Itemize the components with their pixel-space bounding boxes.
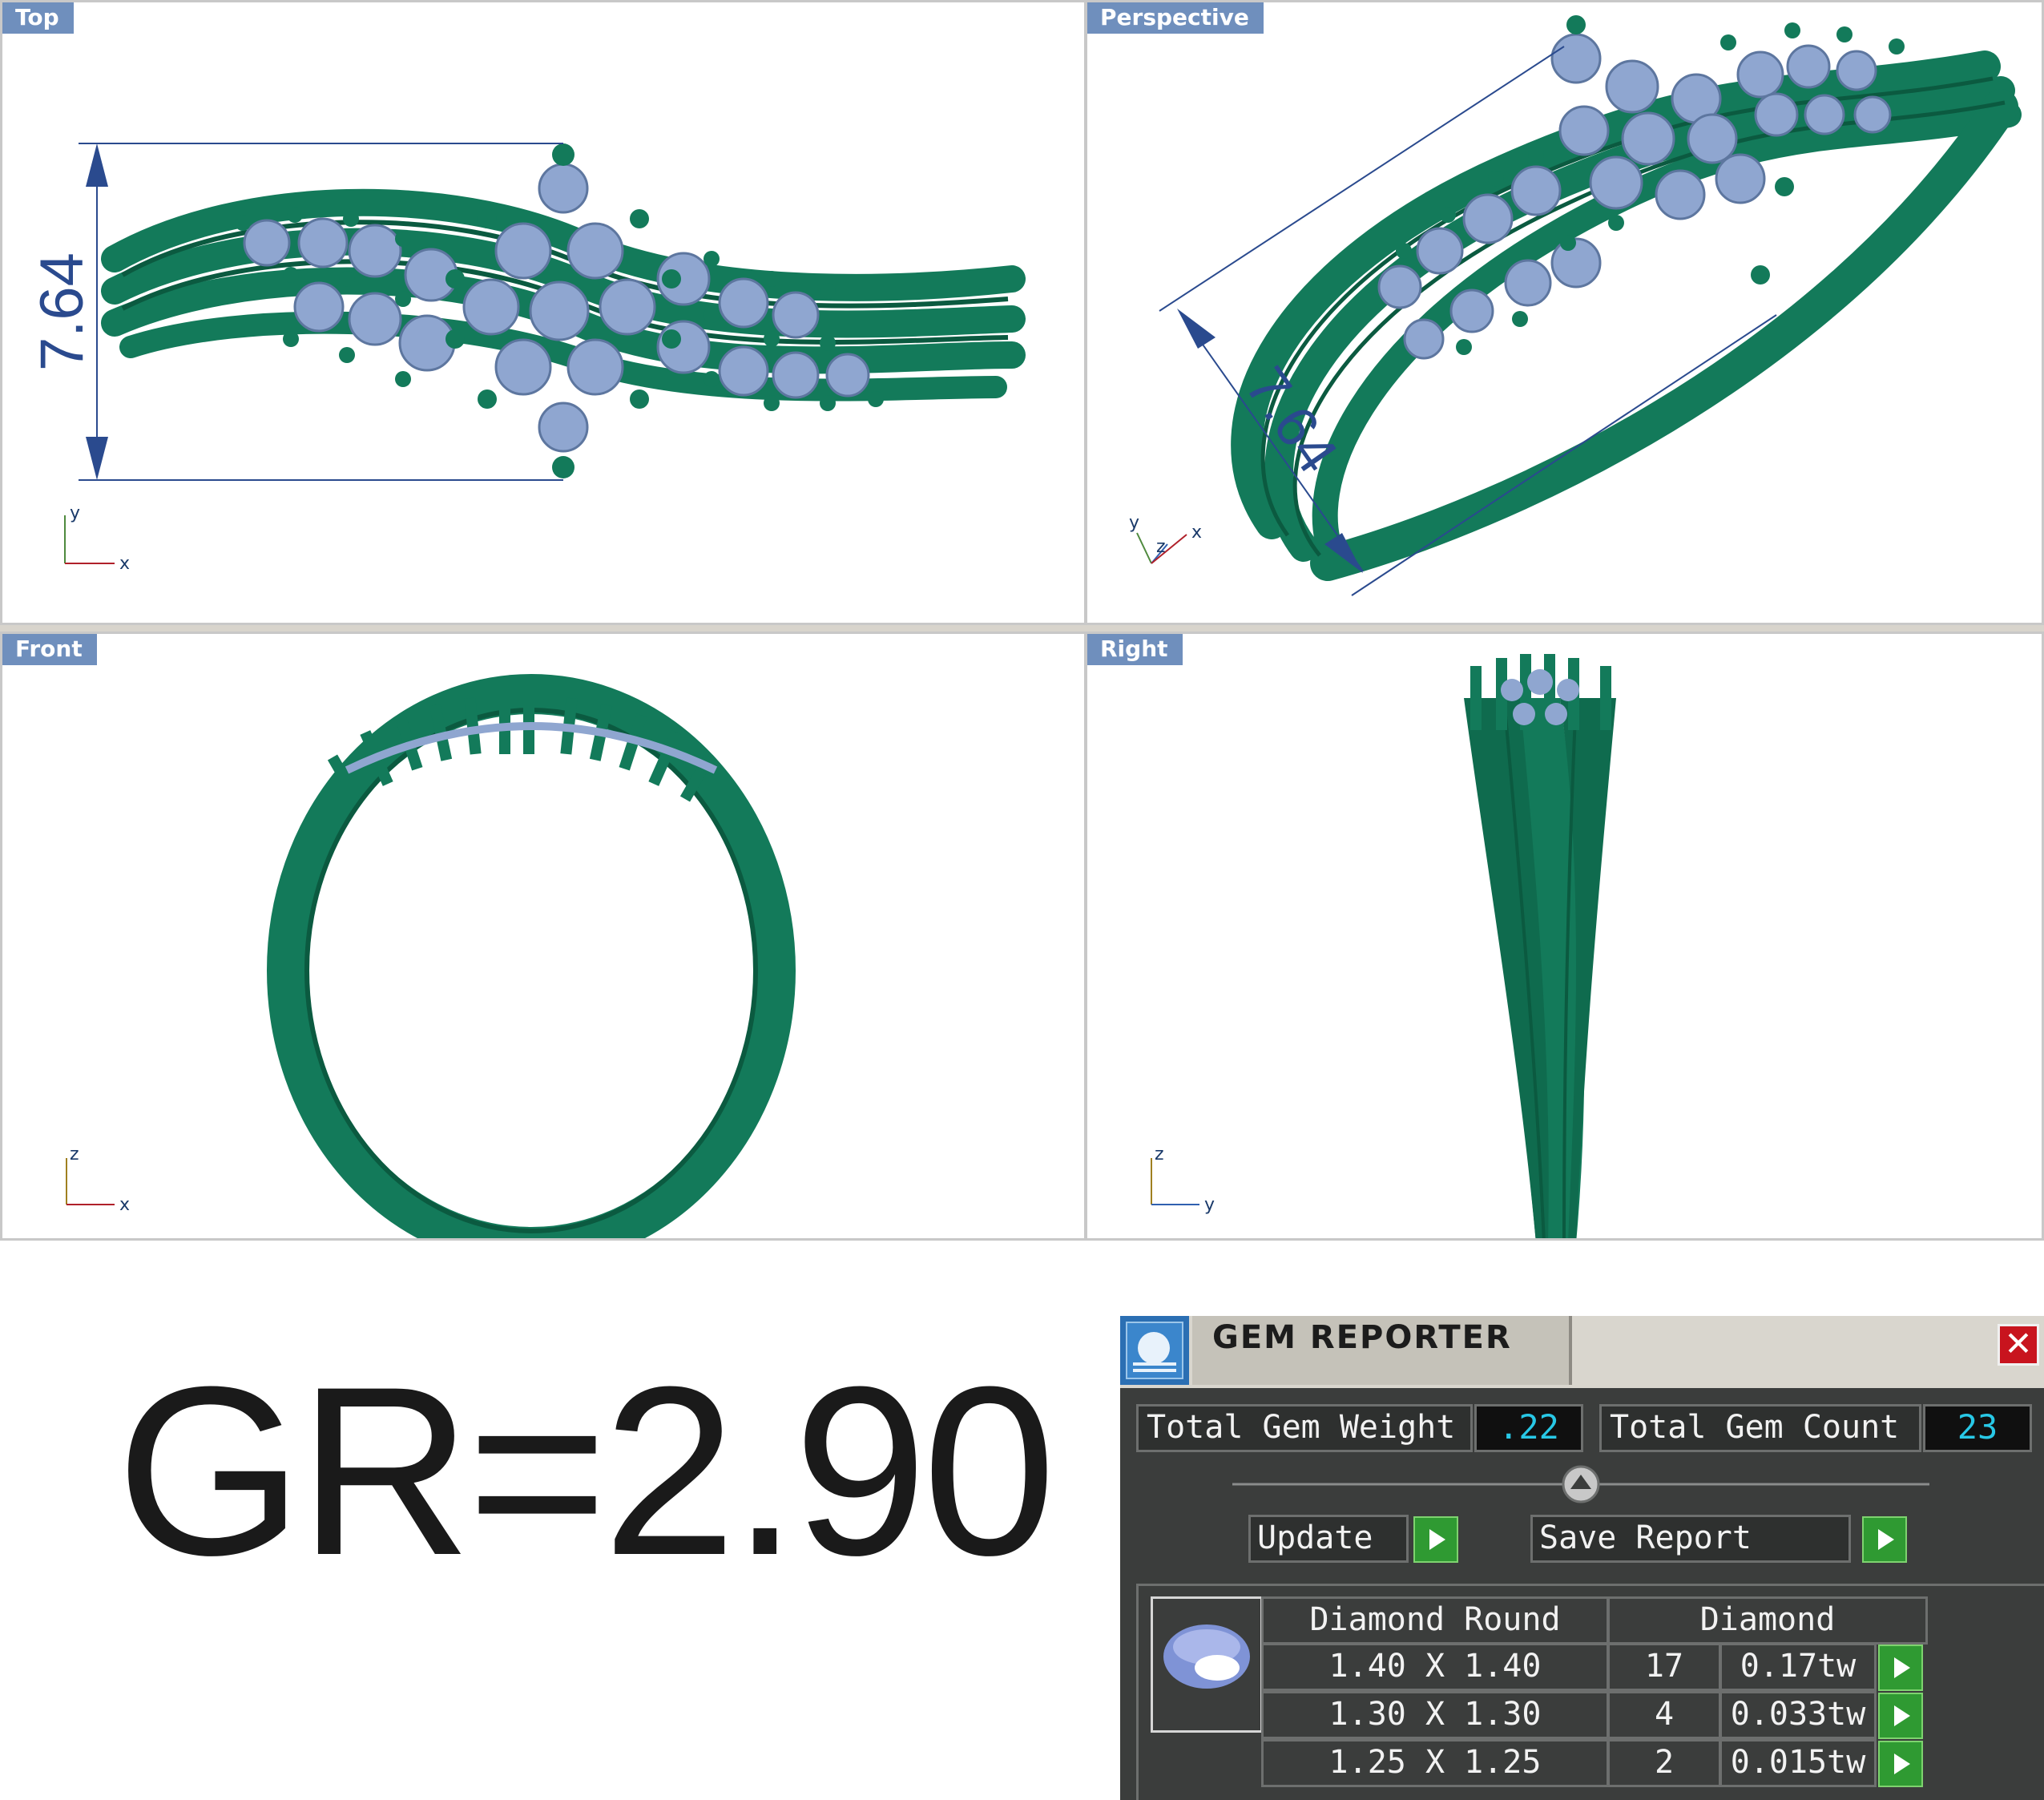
right-axis-indicator: z y bbox=[1151, 1144, 1215, 1215]
table-row-weight: 0.17tw bbox=[1719, 1643, 1877, 1691]
perspective-axis-indicator: y z x bbox=[1129, 513, 1202, 564]
svg-text:y: y bbox=[1204, 1195, 1215, 1215]
update-button[interactable]: Update bbox=[1248, 1515, 1409, 1563]
table-header-shape: Diamond Round bbox=[1261, 1596, 1609, 1645]
gem-reporter-panel: GEM REPORTER ✕ Total Gem Weight .22 Tota… bbox=[1120, 1316, 2044, 1800]
diamond-round-icon bbox=[1151, 1596, 1263, 1733]
viewport-front[interactable]: z x Front bbox=[0, 632, 1087, 1241]
right-view-render: z y bbox=[1151, 654, 1616, 1238]
table-row-size: 1.25 X 1.25 bbox=[1261, 1739, 1609, 1787]
gem-reporter-title: GEM REPORTER bbox=[1212, 1319, 1512, 1356]
svg-text:x: x bbox=[119, 554, 130, 574]
row-play-icon[interactable] bbox=[1878, 1741, 1923, 1787]
panel-collapse-slider[interactable] bbox=[1120, 1460, 2044, 1508]
tab-top[interactable]: Top bbox=[2, 2, 74, 34]
table-row-count: 17 bbox=[1607, 1643, 1721, 1691]
total-gem-weight-label: Total Gem Weight bbox=[1136, 1404, 1473, 1452]
table-row-count: 2 bbox=[1607, 1739, 1721, 1787]
viewport-perspective[interactable]: 7.64 y z x Perspective bbox=[1085, 0, 2044, 625]
table-row-size: 1.40 X 1.40 bbox=[1261, 1643, 1609, 1691]
viewport-right[interactable]: z y Right bbox=[1085, 632, 2044, 1241]
save-report-button[interactable]: Save Report bbox=[1530, 1515, 1851, 1563]
total-gem-weight-value: .22 bbox=[1474, 1404, 1583, 1452]
row-play-icon[interactable] bbox=[1878, 1645, 1923, 1691]
svg-text:x: x bbox=[119, 1195, 130, 1215]
tab-front[interactable]: Front bbox=[2, 634, 97, 665]
gem-reporter-logo-icon bbox=[1120, 1316, 1189, 1385]
table-header-material: Diamond bbox=[1607, 1596, 1928, 1645]
svg-text:y: y bbox=[70, 503, 80, 523]
svg-text:y: y bbox=[1129, 513, 1139, 533]
tab-right[interactable]: Right bbox=[1087, 634, 1183, 665]
close-icon[interactable]: ✕ bbox=[1998, 1324, 2039, 1366]
total-gem-count-label: Total Gem Count bbox=[1599, 1404, 1921, 1452]
save-report-play-icon[interactable] bbox=[1862, 1516, 1907, 1563]
table-row-size: 1.30 X 1.30 bbox=[1261, 1691, 1609, 1739]
tab-perspective[interactable]: Perspective bbox=[1087, 2, 1264, 34]
perspective-view-render: 7.64 y z x bbox=[1129, 15, 2022, 596]
front-axis-indicator: z x bbox=[66, 1144, 130, 1215]
table-row-weight: 0.015tw bbox=[1719, 1739, 1877, 1787]
top-view-render: 7.64 y x bbox=[28, 143, 1026, 574]
svg-text:z: z bbox=[1156, 537, 1166, 557]
row-play-icon[interactable] bbox=[1878, 1693, 1923, 1739]
svg-text:x: x bbox=[1191, 523, 1202, 543]
front-view-render: z x bbox=[66, 674, 796, 1238]
viewport-top[interactable]: 7.64 y x Top bbox=[0, 0, 1087, 625]
table-row-weight: 0.033tw bbox=[1719, 1691, 1877, 1739]
top-axis-indicator: y x bbox=[64, 503, 130, 574]
gold-ratio-label: GR=2.90 bbox=[116, 1336, 1056, 1605]
top-dimension-label: 7.64 bbox=[28, 252, 96, 371]
update-play-icon[interactable] bbox=[1413, 1516, 1458, 1563]
svg-text:z: z bbox=[1155, 1144, 1164, 1164]
svg-text:z: z bbox=[70, 1144, 79, 1164]
table-row-count: 4 bbox=[1607, 1691, 1721, 1739]
total-gem-count-value: 23 bbox=[1923, 1404, 2032, 1452]
